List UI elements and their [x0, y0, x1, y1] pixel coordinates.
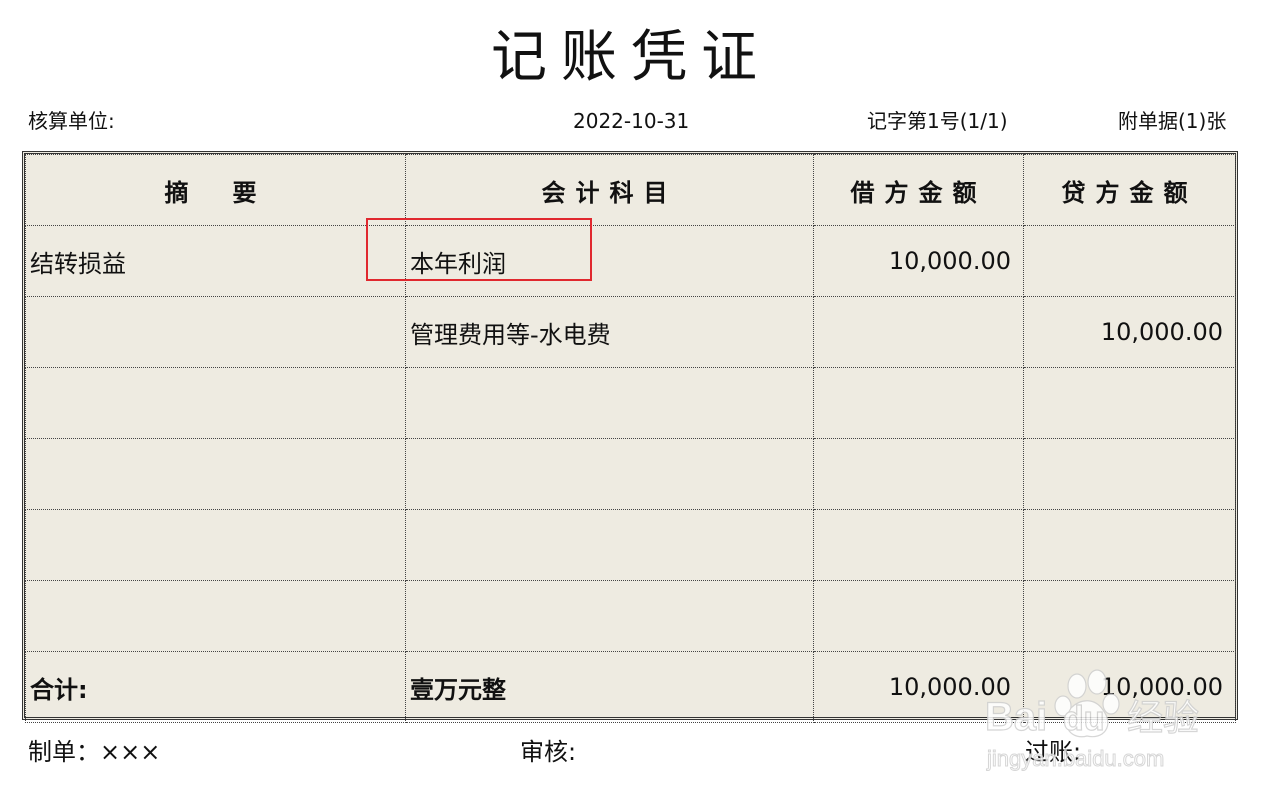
debit-cell[interactable] — [813, 367, 1024, 439]
credit-cell[interactable] — [1023, 580, 1236, 652]
table-row: 管理费用等-水电费 10,000.00 — [25, 296, 1236, 368]
summary-cell[interactable] — [25, 367, 406, 439]
voucher-title: 记账凭证 — [491, 25, 771, 90]
table-row: 结转损益 本年利润 10,000.00 — [25, 225, 1236, 297]
total-amount-in-words: 壹万元整 — [405, 651, 814, 723]
total-debit: 10,000.00 — [813, 651, 1024, 723]
total-label: 合计: — [25, 651, 406, 723]
column-header-summary: 摘 要 — [25, 154, 406, 226]
account-cell[interactable] — [405, 438, 814, 510]
account-cell[interactable]: 管理费用等-水电费 — [405, 296, 814, 368]
column-header-credit: 贷方金额 — [1023, 154, 1236, 226]
voucher-number: 记字第1号(1/1) — [867, 109, 1008, 133]
voucher-date: 2022-10-31 — [573, 109, 690, 133]
voucher-table: 摘 要 会计科目 借方金额 贷方金额 结转损益 本年利润 10,000.00 管… — [22, 151, 1238, 723]
credit-cell[interactable] — [1023, 509, 1236, 581]
summary-cell[interactable] — [25, 296, 406, 368]
debit-cell[interactable] — [813, 580, 1024, 652]
credit-cell[interactable]: 10,000.00 — [1023, 296, 1236, 368]
attachment-count: 附单据(1)张 — [1118, 109, 1227, 133]
credit-cell[interactable] — [1023, 367, 1236, 439]
debit-cell[interactable] — [813, 509, 1024, 581]
credit-cell[interactable] — [1023, 438, 1236, 510]
debit-cell[interactable] — [813, 438, 1024, 510]
total-row: 合计: 壹万元整 10,000.00 10,000.00 — [25, 651, 1236, 723]
summary-cell[interactable] — [25, 438, 406, 510]
credit-cell[interactable] — [1023, 225, 1236, 297]
table-row — [25, 367, 1236, 439]
accounting-unit-label: 核算单位: — [28, 109, 115, 133]
audited-by: 审核: — [520, 738, 577, 766]
prepared-by: 制单：××× — [28, 738, 161, 766]
summary-cell[interactable]: 结转损益 — [25, 225, 406, 297]
summary-cell[interactable] — [25, 580, 406, 652]
account-cell[interactable] — [405, 509, 814, 581]
table-row — [25, 580, 1236, 652]
debit-cell[interactable] — [813, 296, 1024, 368]
account-cell[interactable]: 本年利润 — [405, 225, 814, 297]
debit-cell[interactable]: 10,000.00 — [813, 225, 1024, 297]
summary-cell[interactable] — [25, 509, 406, 581]
posted-by: 过账: — [1025, 738, 1082, 766]
table-row — [25, 438, 1236, 510]
total-credit: 10,000.00 — [1023, 651, 1236, 723]
account-cell[interactable] — [405, 367, 814, 439]
table-row — [25, 509, 1236, 581]
account-cell[interactable] — [405, 580, 814, 652]
column-header-debit: 借方金额 — [813, 154, 1024, 226]
table-header-row: 摘 要 会计科目 借方金额 贷方金额 — [25, 154, 1236, 226]
column-header-account: 会计科目 — [405, 154, 814, 226]
